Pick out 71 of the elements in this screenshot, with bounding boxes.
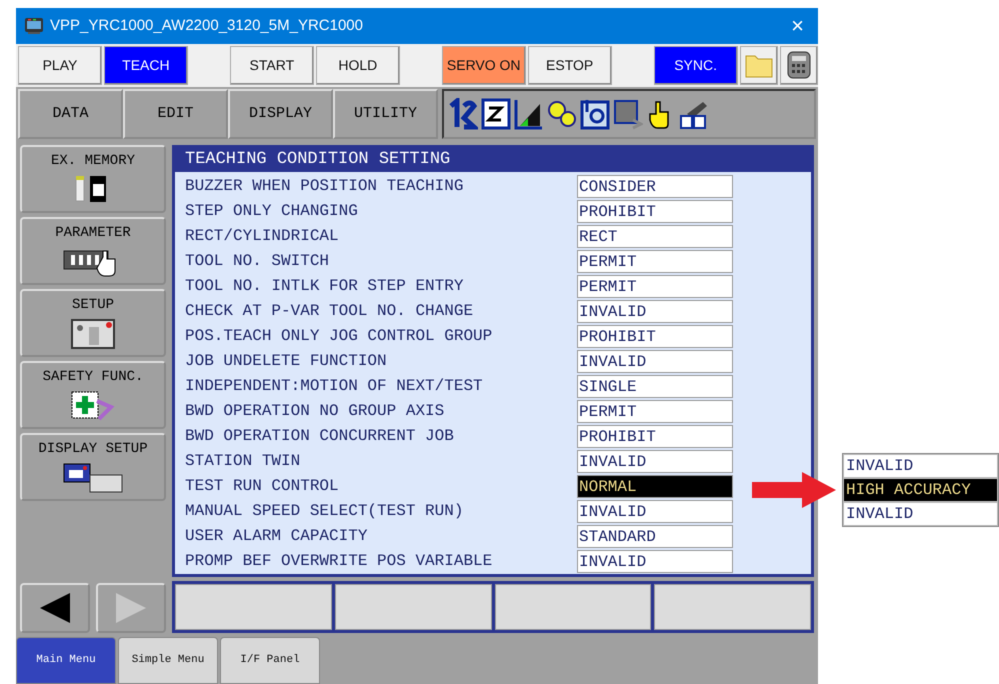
close-button[interactable]: ×: [785, 9, 810, 42]
setting-value[interactable]: PROHIBIT: [577, 424, 733, 448]
setting-value[interactable]: NORMAL: [577, 474, 733, 498]
window-title: VPP_YRC1000_AW2200_3120_5M_YRC1000: [50, 16, 363, 36]
setting-label: STATION TWIN: [184, 451, 302, 472]
menu-button[interactable]: DATA: [18, 89, 123, 139]
mode-button[interactable]: HOLD: [316, 46, 400, 86]
setting-label: PROMP BEF OVERWRITE POS VARIABLE: [184, 551, 494, 572]
back-button[interactable]: [20, 582, 90, 633]
setting-label: STEP ONLY CHANGING: [184, 201, 359, 222]
sidebar-button[interactable]: PARAMETER: [20, 216, 166, 285]
setting-label: BUZZER WHEN POSITION TEACHING: [184, 176, 464, 198]
menu-button[interactable]: UTILITY: [333, 89, 438, 139]
setting-value[interactable]: PERMIT: [577, 250, 733, 273]
setting-value[interactable]: PROHIBIT: [577, 324, 733, 348]
screen-icon[interactable]: [613, 98, 643, 130]
setting-value[interactable]: INVALID: [577, 500, 733, 523]
setting-value[interactable]: PERMIT: [577, 274, 733, 298]
setup-icon: [71, 318, 115, 349]
sidebar-button[interactable]: SETUP: [20, 288, 166, 357]
menu-button[interactable]: DISPLAY: [228, 89, 333, 139]
mode-button[interactable]: PLAY: [18, 46, 102, 86]
setting-label: USER ALARM CAPACITY: [184, 526, 368, 548]
frame-icon[interactable]: [580, 98, 610, 130]
setting-label: CHECK AT P-VAR TOOL NO. CHANGE: [184, 301, 474, 322]
left-triangle-icon: [38, 590, 72, 625]
setting-value[interactable]: PROHIBIT: [577, 200, 733, 223]
number-icon[interactable]: [448, 98, 478, 130]
mode-button[interactable]: ESTOP: [528, 46, 612, 86]
mode-button[interactable]: TEACH: [104, 46, 188, 86]
menu-tab[interactable]: I/F Panel: [220, 636, 320, 684]
setting-label: JOB UNDELETE FUNCTION: [184, 351, 388, 372]
setting-value[interactable]: INVALID: [577, 450, 733, 473]
sidebar-button[interactable]: DISPLAY SETUP: [20, 432, 166, 501]
setting-label: POS.TEACH ONLY JOG CONTROL GROUP: [184, 326, 494, 348]
setting-label: TOOL NO. INTLK FOR STEP ENTRY: [184, 276, 464, 298]
document-icon[interactable]: [481, 98, 511, 130]
setting-value[interactable]: INVALID: [577, 350, 733, 373]
menu-tab[interactable]: Main Menu: [16, 636, 116, 684]
dropdown-option[interactable]: INVALID: [843, 502, 998, 526]
setting-label: BWD OPERATION NO GROUP AXIS: [184, 401, 446, 422]
menu-tab[interactable]: Simple Menu: [118, 636, 218, 684]
setting-label: INDEPENDENT:MOTION OF NEXT/TEST: [184, 376, 484, 398]
dropdown-option[interactable]: INVALID: [843, 454, 998, 478]
menu-button[interactable]: EDIT: [123, 89, 228, 139]
setting-value[interactable]: CONSIDER: [577, 174, 733, 198]
safety-icon: [71, 390, 115, 421]
mode-button[interactable]: SERVO ON: [442, 46, 526, 86]
forward-button[interactable]: [96, 582, 166, 633]
setting-value[interactable]: STANDARD: [577, 524, 733, 548]
mode-button[interactable]: START: [230, 46, 314, 86]
setting-label: RECT/CYLINDRICAL: [184, 226, 340, 248]
dropdown-option[interactable]: HIGH ACCURACY: [843, 478, 998, 502]
setting-label: MANUAL SPEED SELECT(TEST RUN): [184, 501, 464, 522]
setting-label: TOOL NO. SWITCH: [184, 251, 330, 272]
pendant-button[interactable]: [780, 46, 818, 86]
setting-label: BWD OPERATION CONCURRENT JOB: [184, 426, 455, 448]
sidebar-button[interactable]: SAFETY FUNC.: [20, 360, 166, 429]
setting-value[interactable]: INVALID: [577, 300, 733, 323]
mode-button[interactable]: SYNC.: [654, 46, 738, 86]
sidebar-button[interactable]: EX. MEMORY: [20, 144, 166, 213]
signal-bars-icon[interactable]: [514, 98, 544, 130]
display-setup-icon: [63, 462, 123, 493]
right-triangle-icon: [114, 590, 148, 625]
setting-value[interactable]: RECT: [577, 224, 733, 248]
setting-value[interactable]: INVALID: [577, 550, 733, 573]
setting-label: TEST RUN CONTROL: [184, 476, 340, 498]
panel-title: TEACHING CONDITION SETTING: [184, 148, 452, 171]
setting-value[interactable]: SINGLE: [577, 374, 733, 398]
setting-value[interactable]: PERMIT: [577, 400, 733, 423]
arrow-icon: [752, 472, 836, 508]
